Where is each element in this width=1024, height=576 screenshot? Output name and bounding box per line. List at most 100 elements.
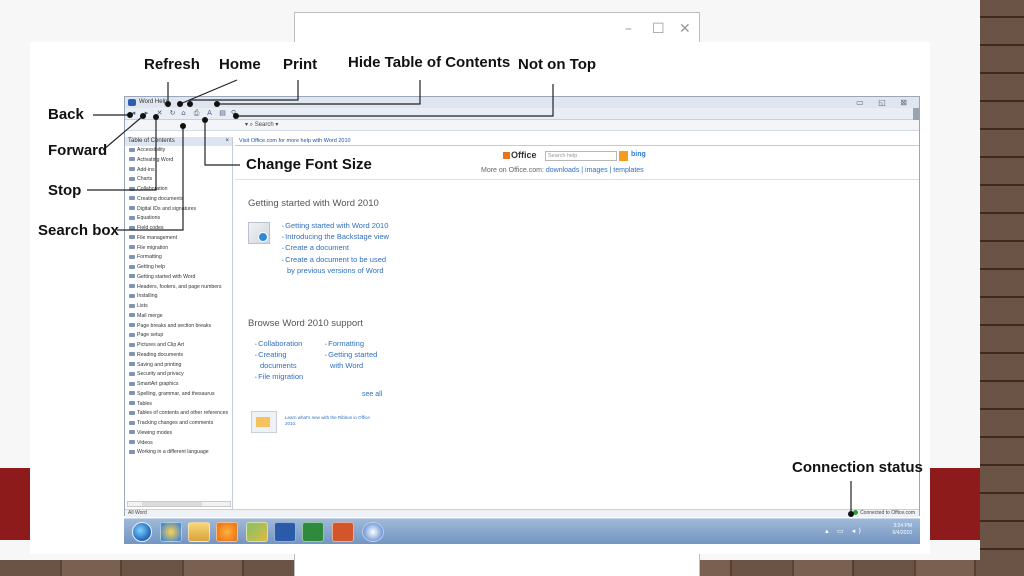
toc-item[interactable]: Page setup xyxy=(125,331,232,341)
toc-item[interactable]: Spelling, grammar, and thesaurus xyxy=(125,390,232,400)
toc-item[interactable]: SmartArt graphics xyxy=(125,380,232,390)
book-icon xyxy=(129,284,135,289)
toc-item[interactable]: Pictures and Clip Art xyxy=(125,341,232,351)
tray-icons[interactable]: ▴ ▭ ◂) xyxy=(825,527,864,535)
toc-close-icon[interactable]: × xyxy=(225,137,229,146)
toc-item[interactable]: Activating Word xyxy=(125,156,232,166)
toc-item[interactable]: Getting started with Word xyxy=(125,273,232,283)
powerpoint-icon[interactable] xyxy=(332,522,354,542)
book-icon xyxy=(129,313,135,318)
word-icon[interactable] xyxy=(274,522,296,542)
getting-started-icon xyxy=(248,222,270,244)
office-search-input[interactable]: Search help xyxy=(545,151,617,161)
toc-horizontal-scrollbar[interactable] xyxy=(127,501,231,507)
book-icon xyxy=(129,254,135,259)
help-link[interactable]: Introducing the Backstage view xyxy=(282,232,392,243)
book-icon xyxy=(129,176,135,181)
toc-item[interactable]: Page breaks and section breaks xyxy=(125,322,232,332)
office-com-link[interactable]: Visit Office.com for more help with Word… xyxy=(235,137,919,146)
toc-item[interactable]: Tables of contents and other references xyxy=(125,409,232,419)
toc-item[interactable]: Installing xyxy=(125,292,232,302)
help-link[interactable]: Formatting xyxy=(325,339,387,350)
back-icon[interactable]: ◂ xyxy=(129,109,138,118)
toc-item[interactable]: Tracking changes and comments xyxy=(125,419,232,429)
toc-item[interactable]: Add-ins xyxy=(125,166,232,176)
explorer-icon[interactable] xyxy=(188,522,210,542)
see-all-link[interactable]: see all xyxy=(362,391,382,398)
search-go-button[interactable] xyxy=(619,151,628,161)
ribbon-promo-icon xyxy=(251,411,277,433)
toc-item[interactable]: Working in a different language xyxy=(125,448,232,458)
book-icon xyxy=(129,206,135,211)
window-title: Word Help xyxy=(139,99,168,105)
help-link[interactable]: File migration xyxy=(255,372,321,383)
more-links[interactable]: downloads | images | templates xyxy=(546,167,644,174)
search-box[interactable]: ▾ ⌕ Search ▾ xyxy=(125,120,919,131)
excel-icon[interactable] xyxy=(302,522,324,542)
help-link[interactable]: Create a document to be used by previous… xyxy=(282,255,392,276)
toc-item[interactable]: Field codes xyxy=(125,224,232,234)
media-player-icon[interactable] xyxy=(216,522,238,542)
toc-item[interactable]: Creating documents xyxy=(125,195,232,205)
print-icon[interactable]: ⎙ xyxy=(192,109,201,118)
book-icon xyxy=(129,274,135,279)
book-icon xyxy=(129,449,135,454)
office-logo: Office xyxy=(503,150,537,160)
help-toolbar: ◂ ▸ ✕ ↻ ⌂ ⎙ A ▤ ⚲ xyxy=(125,108,919,120)
close-button[interactable]: ✕ xyxy=(679,21,691,37)
toc-item[interactable]: Accessibility xyxy=(125,146,232,156)
connection-status[interactable]: Connected to Office.com xyxy=(853,510,915,517)
toc-item[interactable]: Tables xyxy=(125,400,232,410)
help-link[interactable]: Getting started with Word xyxy=(325,350,387,371)
minimize-button[interactable]: – xyxy=(625,21,632,37)
table-of-contents: Table of Contents × Accessibility Activat… xyxy=(125,137,233,509)
font-size-icon[interactable]: A xyxy=(205,109,214,118)
toc-title: Table of Contents xyxy=(128,138,175,144)
toc-item[interactable]: Digital IDs and signatures xyxy=(125,205,232,215)
toolbar-scroll-grip[interactable] xyxy=(913,108,919,120)
hide-toc-icon[interactable]: ▤ xyxy=(218,109,227,118)
start-button[interactable] xyxy=(132,522,152,542)
window-controls[interactable]: ▭ ◱ ⊠ xyxy=(856,97,913,108)
ribbon-promo-link[interactable]: Learn what's new with the Ribbon in Offi… xyxy=(285,415,375,427)
toc-item[interactable]: Reading documents xyxy=(125,351,232,361)
toc-item[interactable]: File migration xyxy=(125,244,232,254)
toc-item[interactable]: Formatting xyxy=(125,253,232,263)
toc-item[interactable]: Getting help xyxy=(125,263,232,273)
home-icon[interactable]: ⌂ xyxy=(179,109,188,118)
help-link[interactable]: Getting started with Word 2010 xyxy=(282,221,392,232)
toc-item[interactable]: Videos xyxy=(125,439,232,449)
help-link[interactable]: Creating documents xyxy=(255,350,321,371)
ie-icon[interactable] xyxy=(160,522,182,542)
toc-item[interactable]: Mail merge xyxy=(125,312,232,322)
callout-hide-toc: Hide Table of Contents xyxy=(348,54,511,71)
toc-item[interactable]: Charts xyxy=(125,175,232,185)
search-dropdown[interactable]: ▾ ⌕ Search ▾ xyxy=(245,122,278,128)
toc-item[interactable]: Headers, footers, and page numbers xyxy=(125,283,232,293)
pin-icon[interactable]: ⚲ xyxy=(229,109,238,118)
toc-item[interactable]: Saving and printing xyxy=(125,361,232,371)
clock[interactable]: 3:24 PM 6/4/2010 xyxy=(893,523,912,537)
toc-item[interactable]: Lists xyxy=(125,302,232,312)
book-icon xyxy=(129,391,135,396)
help-link[interactable]: Collaboration xyxy=(255,339,321,350)
help-content: Visit Office.com for more help with Word… xyxy=(235,137,919,509)
status-scope[interactable]: All Word xyxy=(128,510,147,516)
forward-icon[interactable]: ▸ xyxy=(142,109,151,118)
refresh-icon[interactable]: ↻ xyxy=(168,109,177,118)
toc-item[interactable]: Equations xyxy=(125,214,232,224)
toc-item[interactable]: Security and privacy xyxy=(125,370,232,380)
callout-search-box: Search box xyxy=(38,222,119,239)
book-icon xyxy=(129,420,135,425)
scroll-thumb[interactable] xyxy=(142,502,202,506)
toc-item[interactable]: Viewing modes xyxy=(125,429,232,439)
book-icon xyxy=(129,147,135,152)
getting-started-links: Getting started with Word 2010Introducin… xyxy=(282,221,392,276)
toc-item[interactable]: Collaboration xyxy=(125,185,232,195)
paint-icon[interactable] xyxy=(246,522,268,542)
maximize-button[interactable]: ☐ xyxy=(652,21,665,37)
help-icon[interactable] xyxy=(362,522,384,542)
help-link[interactable]: Create a document xyxy=(282,243,392,254)
stop-icon[interactable]: ✕ xyxy=(155,109,164,118)
toc-item[interactable]: File management xyxy=(125,234,232,244)
